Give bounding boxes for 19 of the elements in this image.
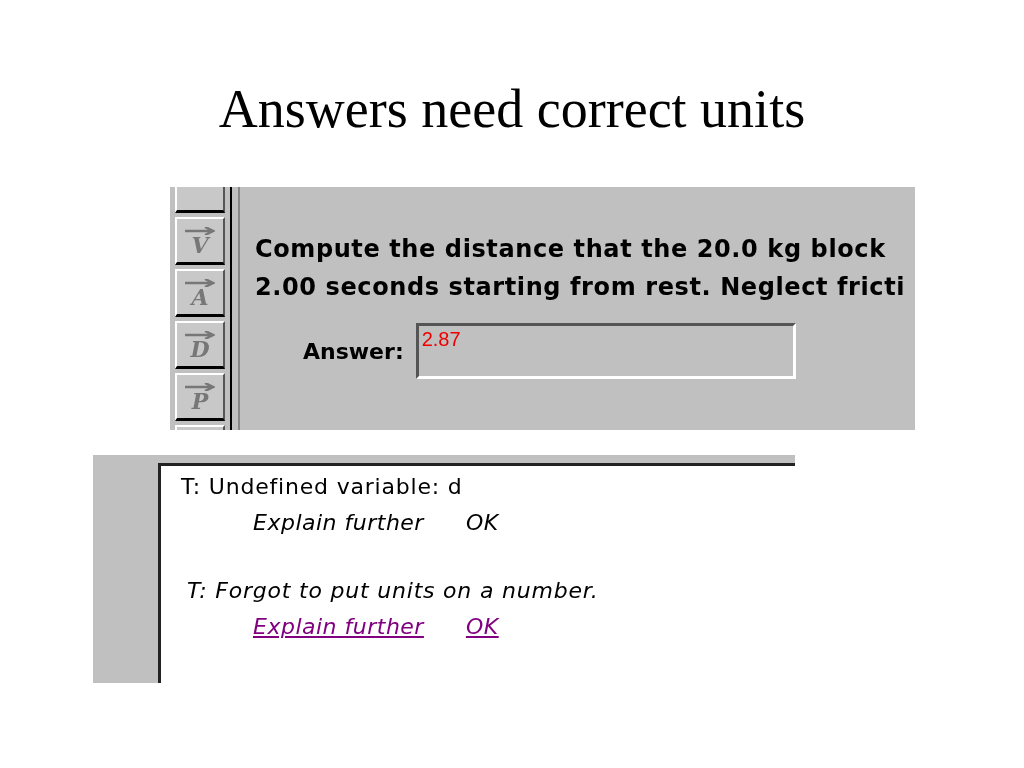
hint-link[interactable]: Explain further [253,610,424,644]
arrow-icon [185,278,215,287]
hint-link[interactable]: Explain further [253,506,424,540]
slide-title: Answers need correct units [217,78,807,141]
hint-link[interactable]: OK [465,506,499,540]
vector-tool-button[interactable]: A [175,269,225,317]
tutor-message: T: Forgot to put units on a number. [187,577,600,605]
question-text: Compute the distance that the 20.0 kg block [255,234,887,265]
vector-tool-button[interactable]: V [175,217,225,265]
arrow-icon [185,226,215,235]
answer-field[interactable]: 2.87 [415,323,796,379]
answer-label: Answer: [303,338,404,364]
tutor-message: T: Undefined variable: d [181,473,464,501]
hint-link[interactable]: OK [465,610,499,644]
vector-tool-button[interactable]: D [175,321,225,369]
arrow-icon [185,382,215,391]
vector-tool-button[interactable]: P [175,373,225,421]
question-text: 2.00 seconds starting from rest. Neglect fricti [255,272,906,303]
arrow-icon [185,330,215,339]
